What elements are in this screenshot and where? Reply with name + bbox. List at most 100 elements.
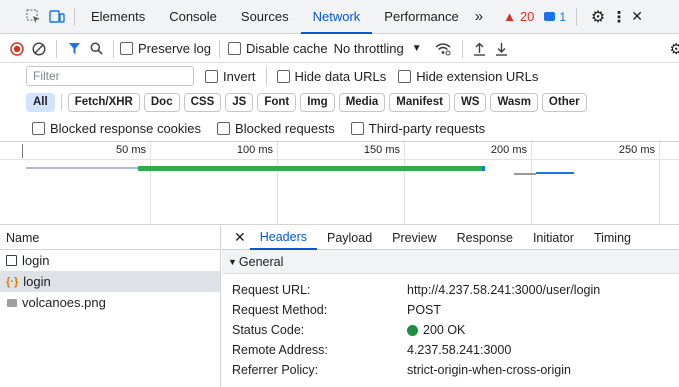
checkbox-box[interactable] [276, 69, 290, 83]
timeline-bar-queue [514, 173, 536, 175]
warnings-badge[interactable]: ▲ 20 [503, 9, 534, 24]
import-har-icon[interactable] [469, 42, 491, 56]
blocked-cookies-checkbox[interactable]: Blocked response cookies [32, 121, 201, 136]
header-key: Request URL: [232, 283, 311, 297]
warning-icon: ▲ [503, 9, 516, 24]
chip-wasm[interactable]: Wasm [490, 92, 538, 112]
throttling-value: No throttling [333, 41, 404, 56]
status-ok-dot-icon [407, 324, 418, 336]
chip-doc[interactable]: Doc [143, 92, 180, 112]
tab-sources[interactable]: Sources [229, 0, 301, 34]
third-party-requests-label: Third-party requests [368, 120, 486, 136]
chip-fetch-xhr[interactable]: Fetch/XHR [67, 92, 140, 112]
device-toolbar-icon[interactable] [44, 9, 70, 24]
expand-triangle-icon: ▼ [228, 256, 237, 267]
inspect-element-icon[interactable] [22, 9, 44, 24]
document-icon [6, 255, 17, 266]
request-details: ✕ Headers Payload Preview Response Initi… [222, 226, 679, 387]
export-har-icon[interactable] [491, 42, 513, 56]
request-name: volcanoes.png [22, 295, 106, 310]
more-options-icon[interactable]: ⋮ [609, 8, 629, 26]
hide-extension-urls-checkbox[interactable]: Hide extension URLs [398, 69, 538, 84]
request-row-login-preflight[interactable]: login [0, 250, 220, 271]
chip-img[interactable]: Img [300, 92, 335, 112]
separator [265, 67, 267, 85]
tab-initiator[interactable]: Initiator [523, 226, 584, 250]
chip-all[interactable]: All [26, 92, 55, 112]
timeline-gridline [659, 142, 660, 224]
timeline-tick-label: 150 ms [363, 144, 400, 156]
chip-font[interactable]: Font [257, 92, 297, 112]
chip-media[interactable]: Media [338, 92, 386, 112]
separator [218, 39, 220, 58]
more-tabs-button[interactable]: » [471, 8, 487, 25]
fetch-xhr-icon: {·} [6, 275, 19, 288]
close-icon[interactable]: ✕ [629, 8, 645, 25]
network-settings-gear-icon[interactable]: ⚙ [670, 40, 679, 58]
request-method-row: Request Method: POST [222, 300, 679, 320]
settings-gear-icon[interactable]: ⚙ [587, 7, 609, 27]
messages-badge[interactable]: 1 [544, 10, 566, 24]
chip-css[interactable]: CSS [183, 92, 222, 112]
header-value: 4.237.58.241:3000 [407, 343, 512, 357]
clear-icon[interactable] [28, 41, 50, 56]
invert-label: Invert [223, 68, 256, 84]
tab-elements[interactable]: Elements [79, 0, 157, 34]
invert-checkbox[interactable]: Invert [205, 69, 256, 84]
tab-console[interactable]: Console [157, 0, 229, 34]
hide-extension-urls-label: Hide extension URLs [416, 68, 539, 84]
status-value: 200 OK [407, 323, 465, 337]
network-conditions-icon[interactable] [430, 42, 456, 56]
checkbox-box[interactable] [350, 121, 364, 135]
preserve-log-checkbox[interactable]: Preserve log [120, 41, 211, 56]
request-row-login[interactable]: {·} login [0, 271, 220, 292]
tab-timing[interactable]: Timing [584, 226, 641, 250]
general-section-title: General [238, 254, 284, 269]
throttling-select[interactable]: No throttling ▼ [334, 41, 422, 56]
hide-data-urls-checkbox[interactable]: Hide data URLs [276, 69, 386, 84]
checkbox-box[interactable] [120, 42, 133, 55]
checkbox-box[interactable] [205, 69, 218, 83]
chip-ws[interactable]: WS [453, 92, 487, 112]
status-code-row: Status Code: 200 OK [222, 320, 679, 340]
timeline-gridline [150, 142, 151, 224]
tab-performance[interactable]: Performance [372, 0, 470, 34]
timeline-bar-waiting [26, 167, 138, 169]
tab-preview[interactable]: Preview [382, 226, 446, 250]
network-timeline-overview[interactable]: 50 ms 100 ms 150 ms 200 ms 250 ms [0, 141, 679, 225]
warnings-count: 20 [519, 9, 535, 24]
tab-headers[interactable]: Headers [249, 226, 317, 250]
header-value: POST [407, 303, 442, 317]
disable-cache-checkbox[interactable]: Disable cache [227, 41, 328, 56]
devtools-tab-bar: Elements Console Sources Network Perform… [0, 0, 679, 34]
filter-funnel-icon[interactable] [63, 42, 85, 55]
request-row-volcanoes-png[interactable]: volcanoes.png [0, 292, 220, 313]
requests-panel: Name login {·} login volcanoes.png ✕ Hea… [0, 226, 679, 387]
checkbox-box[interactable] [32, 121, 45, 135]
chip-manifest[interactable]: Manifest [389, 92, 450, 112]
timeline-start-handle[interactable] [22, 144, 23, 158]
timeline-bar-download [482, 166, 485, 171]
checkbox-box[interactable] [227, 42, 241, 55]
third-party-requests-checkbox[interactable]: Third-party requests [350, 120, 486, 136]
timeline-gridline [404, 142, 405, 224]
checkbox-box[interactable] [217, 121, 231, 135]
dropdown-arrow-icon: ▼ [411, 43, 422, 54]
tab-response[interactable]: Response [447, 226, 523, 250]
tab-network[interactable]: Network [300, 0, 373, 34]
header-value: http://4.237.58.241:3000/user/login [407, 283, 601, 297]
name-column-header[interactable]: Name [0, 226, 220, 250]
record-stop-icon[interactable] [6, 41, 28, 56]
general-section-header[interactable]: ▼ General [222, 250, 679, 274]
header-key: Status Code: [232, 323, 305, 337]
filter-input[interactable]: Filter [26, 66, 194, 86]
timeline-tick-label: 100 ms [236, 144, 273, 156]
chip-other[interactable]: Other [541, 92, 587, 112]
requests-list: Name login {·} login volcanoes.png [0, 226, 221, 387]
chip-js[interactable]: JS [225, 92, 254, 112]
search-icon[interactable] [85, 42, 107, 55]
blocked-requests-checkbox[interactable]: Blocked requests [217, 121, 335, 136]
checkbox-box[interactable] [398, 69, 412, 83]
tab-payload[interactable]: Payload [317, 226, 382, 250]
close-details-icon[interactable]: ✕ [234, 229, 246, 246]
